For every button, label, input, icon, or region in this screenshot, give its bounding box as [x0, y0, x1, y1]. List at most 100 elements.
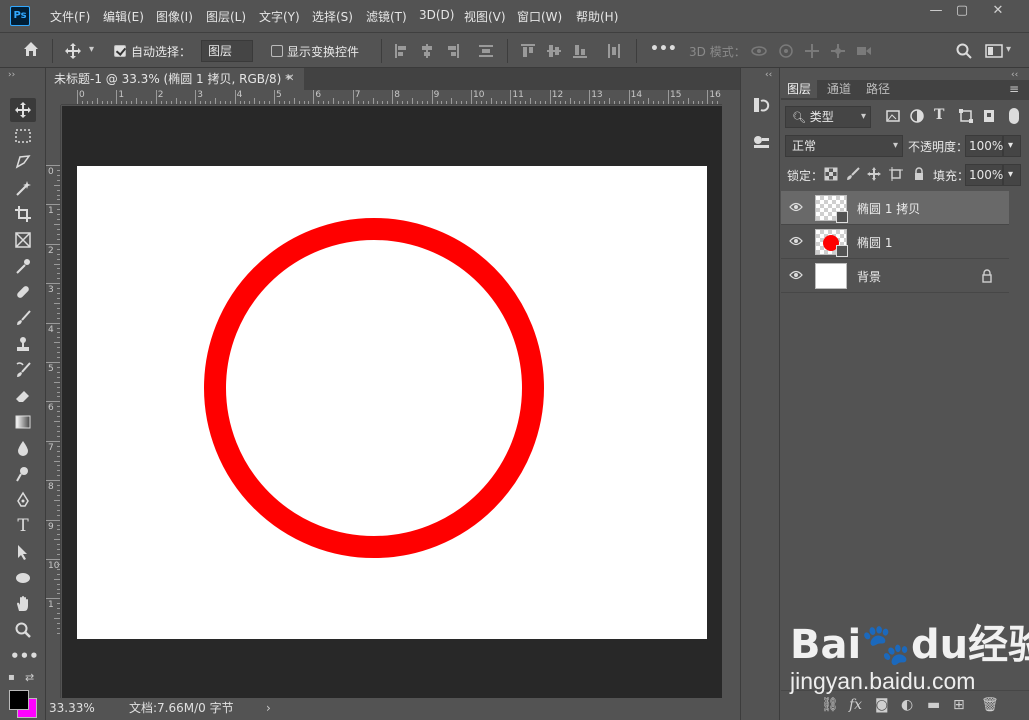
link-layers-icon[interactable]: ⛓︎	[821, 697, 839, 713]
stamp-tool-icon[interactable]	[10, 332, 36, 356]
3d-camera-icon[interactable]	[855, 42, 873, 63]
show-transform-checkbox[interactable]	[271, 45, 283, 57]
frame-tool-icon[interactable]	[10, 228, 36, 252]
lock-artboard-icon[interactable]	[889, 167, 903, 184]
properties-panel-icon[interactable]	[752, 134, 770, 155]
maximize-button[interactable]: ▢	[945, 0, 979, 24]
lock-transparent-icon[interactable]	[824, 167, 838, 184]
menu-help[interactable]: 帮助(H)	[576, 8, 618, 25]
fill-chevron-down-icon[interactable]: ▾	[1003, 164, 1021, 186]
menu-edit[interactable]: 编辑(E)	[103, 8, 144, 25]
path-select-tool-icon[interactable]	[10, 540, 36, 564]
auto-select-target-dropdown[interactable]: 图层	[201, 40, 253, 62]
menu-file[interactable]: 文件(F)	[50, 8, 90, 25]
magic-wand-tool-icon[interactable]	[10, 176, 36, 200]
3d-roll-icon[interactable]	[777, 42, 795, 63]
align-bottom-icon[interactable]	[572, 43, 588, 62]
red-ring-shape[interactable]	[204, 218, 544, 558]
menu-window[interactable]: 窗口(W)	[517, 8, 562, 25]
menu-type[interactable]: 文字(Y)	[259, 8, 300, 25]
distribute-v-icon[interactable]	[606, 43, 622, 62]
adjustment-layer-icon[interactable]: ◐	[901, 697, 913, 713]
brush-tool-icon[interactable]	[10, 306, 36, 330]
filter-type-icon[interactable]: T	[934, 107, 944, 123]
collapse-icon[interactable]: ‹‹	[1011, 70, 1018, 80]
lasso-tool-icon[interactable]	[10, 150, 36, 174]
move-tool-icon[interactable]	[10, 98, 36, 122]
menu-layer[interactable]: 图层(L)	[206, 8, 246, 25]
search-icon[interactable]	[955, 42, 973, 63]
3d-pan-icon[interactable]	[803, 42, 821, 63]
3d-slide-icon[interactable]	[829, 42, 847, 63]
lock-position-icon[interactable]	[867, 167, 881, 184]
filter-adjustment-icon[interactable]	[909, 108, 925, 127]
menu-3d[interactable]: 3D(D)	[419, 8, 454, 22]
horizontal-ruler[interactable]: 0 1 2 3 4 5 6 7 8 9 10 11 12 13 14 15 16	[61, 90, 743, 105]
more-options-icon[interactable]: •••	[650, 41, 677, 57]
trash-icon[interactable]: 🗑︎	[981, 697, 999, 713]
blend-mode-dropdown[interactable]: 正常 ▾	[785, 135, 903, 157]
ruler-origin[interactable]	[46, 90, 61, 105]
menu-view[interactable]: 视图(V)	[464, 8, 506, 25]
opacity-chevron-down-icon[interactable]: ▾	[1003, 135, 1021, 157]
document-tab[interactable]: 未标题-1 @ 33.3% (椭圆 1 拷贝, RGB/8) * ✕	[46, 68, 304, 90]
align-right-icon[interactable]	[446, 43, 460, 62]
zoom-level[interactable]: 33.33%	[49, 698, 95, 718]
vertical-scrollbar[interactable]	[722, 90, 740, 698]
chevron-down-icon[interactable]: ▾	[1006, 44, 1011, 55]
layer-name[interactable]: 椭圆 1	[857, 234, 892, 251]
menu-select[interactable]: 选择(S)	[312, 8, 353, 25]
distribute-icon[interactable]	[478, 43, 494, 62]
default-colors-icon[interactable]: ▪	[8, 672, 15, 683]
eyedropper-tool-icon[interactable]	[10, 254, 36, 278]
marquee-tool-icon[interactable]	[10, 124, 36, 148]
dodge-tool-icon[interactable]	[10, 462, 36, 486]
3d-orbit-icon[interactable]	[750, 42, 768, 63]
align-hcenter-icon[interactable]	[420, 43, 434, 62]
tab-paths[interactable]: 路径	[860, 80, 896, 98]
layer-name[interactable]: 背景	[857, 268, 881, 285]
filter-smart-object-icon[interactable]	[981, 108, 997, 127]
tab-channels[interactable]: 通道	[821, 80, 857, 98]
menu-filter[interactable]: 滤镜(T)	[366, 8, 407, 25]
eraser-tool-icon[interactable]	[10, 384, 36, 408]
close-tab-icon[interactable]: ✕	[286, 68, 294, 90]
lock-pixels-icon[interactable]	[846, 167, 860, 184]
new-layer-icon[interactable]: ⊞	[953, 697, 965, 713]
filter-pixel-icon[interactable]	[885, 108, 901, 127]
move-tool-preset-icon[interactable]	[64, 42, 82, 63]
filter-toggle-switch[interactable]	[1009, 108, 1019, 124]
menu-image[interactable]: 图像(I)	[156, 8, 193, 25]
eye-icon[interactable]	[789, 235, 803, 249]
new-group-icon[interactable]: ▬	[927, 697, 940, 713]
close-window-button[interactable]: ✕	[981, 0, 1015, 24]
history-brush-tool-icon[interactable]	[10, 358, 36, 382]
lock-all-icon[interactable]	[912, 167, 926, 184]
align-vcenter-icon[interactable]	[546, 43, 562, 62]
history-panel-icon[interactable]	[752, 96, 770, 117]
home-icon[interactable]	[22, 40, 40, 62]
healing-brush-tool-icon[interactable]	[10, 280, 36, 304]
crop-tool-icon[interactable]	[10, 202, 36, 226]
layer-row[interactable]: 背景	[781, 259, 1009, 293]
filter-shape-icon[interactable]	[958, 108, 974, 127]
opacity-input[interactable]: 100%	[965, 135, 1003, 157]
vertical-ruler[interactable]: 0 1 2 3 4 5 6 7 8 9 10 1	[46, 105, 61, 698]
chevron-down-icon[interactable]: ▾	[89, 44, 94, 55]
hand-tool-icon[interactable]	[10, 592, 36, 616]
panel-menu-icon[interactable]: ≡	[1009, 82, 1019, 96]
layer-filter-dropdown[interactable]: 🔍︎ 类型 ▾	[785, 106, 871, 128]
workspace-icon[interactable]	[985, 42, 1003, 63]
align-top-icon[interactable]	[520, 43, 536, 62]
chevron-right-icon[interactable]: ›	[266, 698, 271, 718]
fill-input[interactable]: 100%	[965, 164, 1003, 186]
fx-icon[interactable]: fx	[849, 697, 862, 713]
zoom-tool-icon[interactable]	[10, 618, 36, 642]
eye-icon[interactable]	[789, 201, 803, 215]
layer-name[interactable]: 椭圆 1 拷贝	[857, 200, 920, 217]
tab-layers[interactable]: 图层	[781, 80, 818, 98]
auto-select-checkbox[interactable]	[114, 45, 126, 57]
layer-row[interactable]: 椭圆 1	[781, 225, 1009, 259]
eye-icon[interactable]	[789, 269, 803, 283]
blur-tool-icon[interactable]	[10, 436, 36, 460]
